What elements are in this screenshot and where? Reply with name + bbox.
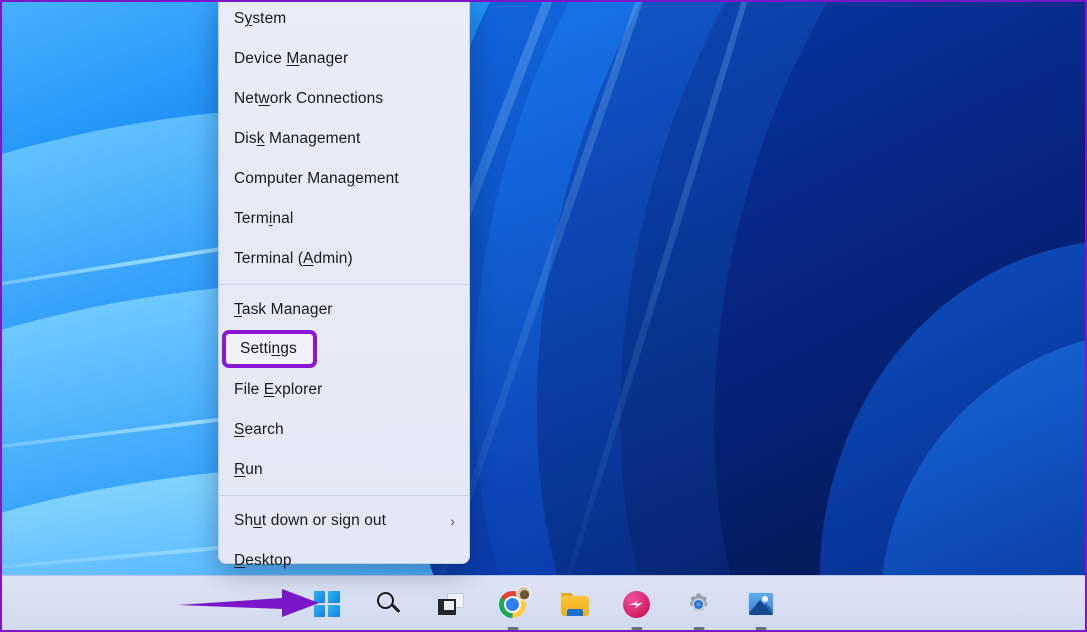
photos-button[interactable] — [741, 584, 781, 624]
running-indicator — [507, 627, 518, 630]
menu-item-label: Device Manager — [234, 50, 348, 68]
settings-highlight-box: Settings — [222, 330, 317, 368]
gear-icon — [685, 591, 712, 618]
menu-item-label: Settings — [240, 340, 297, 358]
menu-item-disk-management[interactable]: Disk Management — [219, 119, 469, 159]
task-view-icon — [438, 593, 464, 615]
menu-item-label: File Explorer — [234, 381, 322, 399]
file-explorer-button[interactable] — [555, 584, 595, 624]
chrome-icon — [499, 591, 526, 618]
menu-item-label: Network Connections — [234, 90, 383, 108]
menu-item-terminal-admin[interactable]: Terminal (Admin) — [219, 239, 469, 279]
menu-item-label: Shut down or sign out — [234, 512, 386, 530]
menu-item-desktop[interactable]: Desktop — [219, 541, 469, 581]
annotation-arrow — [178, 586, 320, 620]
bird-glyph-icon — [628, 599, 645, 610]
menu-item-label: Desktop — [234, 552, 292, 570]
photos-icon — [748, 592, 774, 616]
menu-item-run[interactable]: Run — [219, 450, 469, 490]
search-button[interactable] — [369, 584, 409, 624]
running-indicator — [693, 627, 704, 630]
menu-item-label: Terminal — [234, 210, 293, 228]
running-indicator — [631, 627, 642, 630]
menu-item-computer-management[interactable]: Computer Management — [219, 159, 469, 199]
menu-item-task-manager[interactable]: Task Manager — [219, 290, 469, 330]
chrome-button[interactable] — [493, 584, 533, 624]
running-indicator — [755, 627, 766, 630]
settings-button[interactable] — [679, 584, 719, 624]
menu-item-system[interactable]: System — [219, 0, 469, 39]
menu-item-label: Terminal (Admin) — [234, 250, 353, 268]
menu-separator — [219, 495, 469, 496]
taskbar-icon-group — [307, 584, 781, 624]
menu-item-search[interactable]: Search — [219, 410, 469, 450]
menu-item-label: Search — [234, 421, 284, 439]
winx-quick-link-menu[interactable]: System Device Manager Network Connection… — [218, 0, 470, 564]
avatar — [516, 586, 531, 601]
menu-item-label: System — [234, 10, 286, 28]
pink-circle-app-icon — [623, 591, 650, 618]
menu-item-label: Disk Management — [234, 130, 360, 148]
menu-item-shut-down-or-sign-out[interactable]: Shut down or sign out › — [219, 501, 469, 541]
folder-icon — [561, 593, 589, 616]
menu-item-terminal[interactable]: Terminal — [219, 199, 469, 239]
menu-separator — [219, 284, 469, 285]
menu-item-file-explorer[interactable]: File Explorer — [219, 370, 469, 410]
search-icon — [376, 591, 402, 617]
desktop-wallpaper — [0, 0, 1087, 575]
menu-item-label: Computer Management — [234, 170, 399, 188]
menu-item-label: Task Manager — [234, 301, 333, 319]
pink-app-button[interactable] — [617, 584, 657, 624]
chevron-right-icon: › — [450, 514, 455, 528]
menu-item-label: Run — [234, 461, 263, 479]
menu-item-network-connections[interactable]: Network Connections — [219, 79, 469, 119]
taskbar — [0, 575, 1087, 632]
menu-item-device-manager[interactable]: Device Manager — [219, 39, 469, 79]
task-view-button[interactable] — [431, 584, 471, 624]
menu-item-settings[interactable]: Settings — [219, 330, 469, 370]
